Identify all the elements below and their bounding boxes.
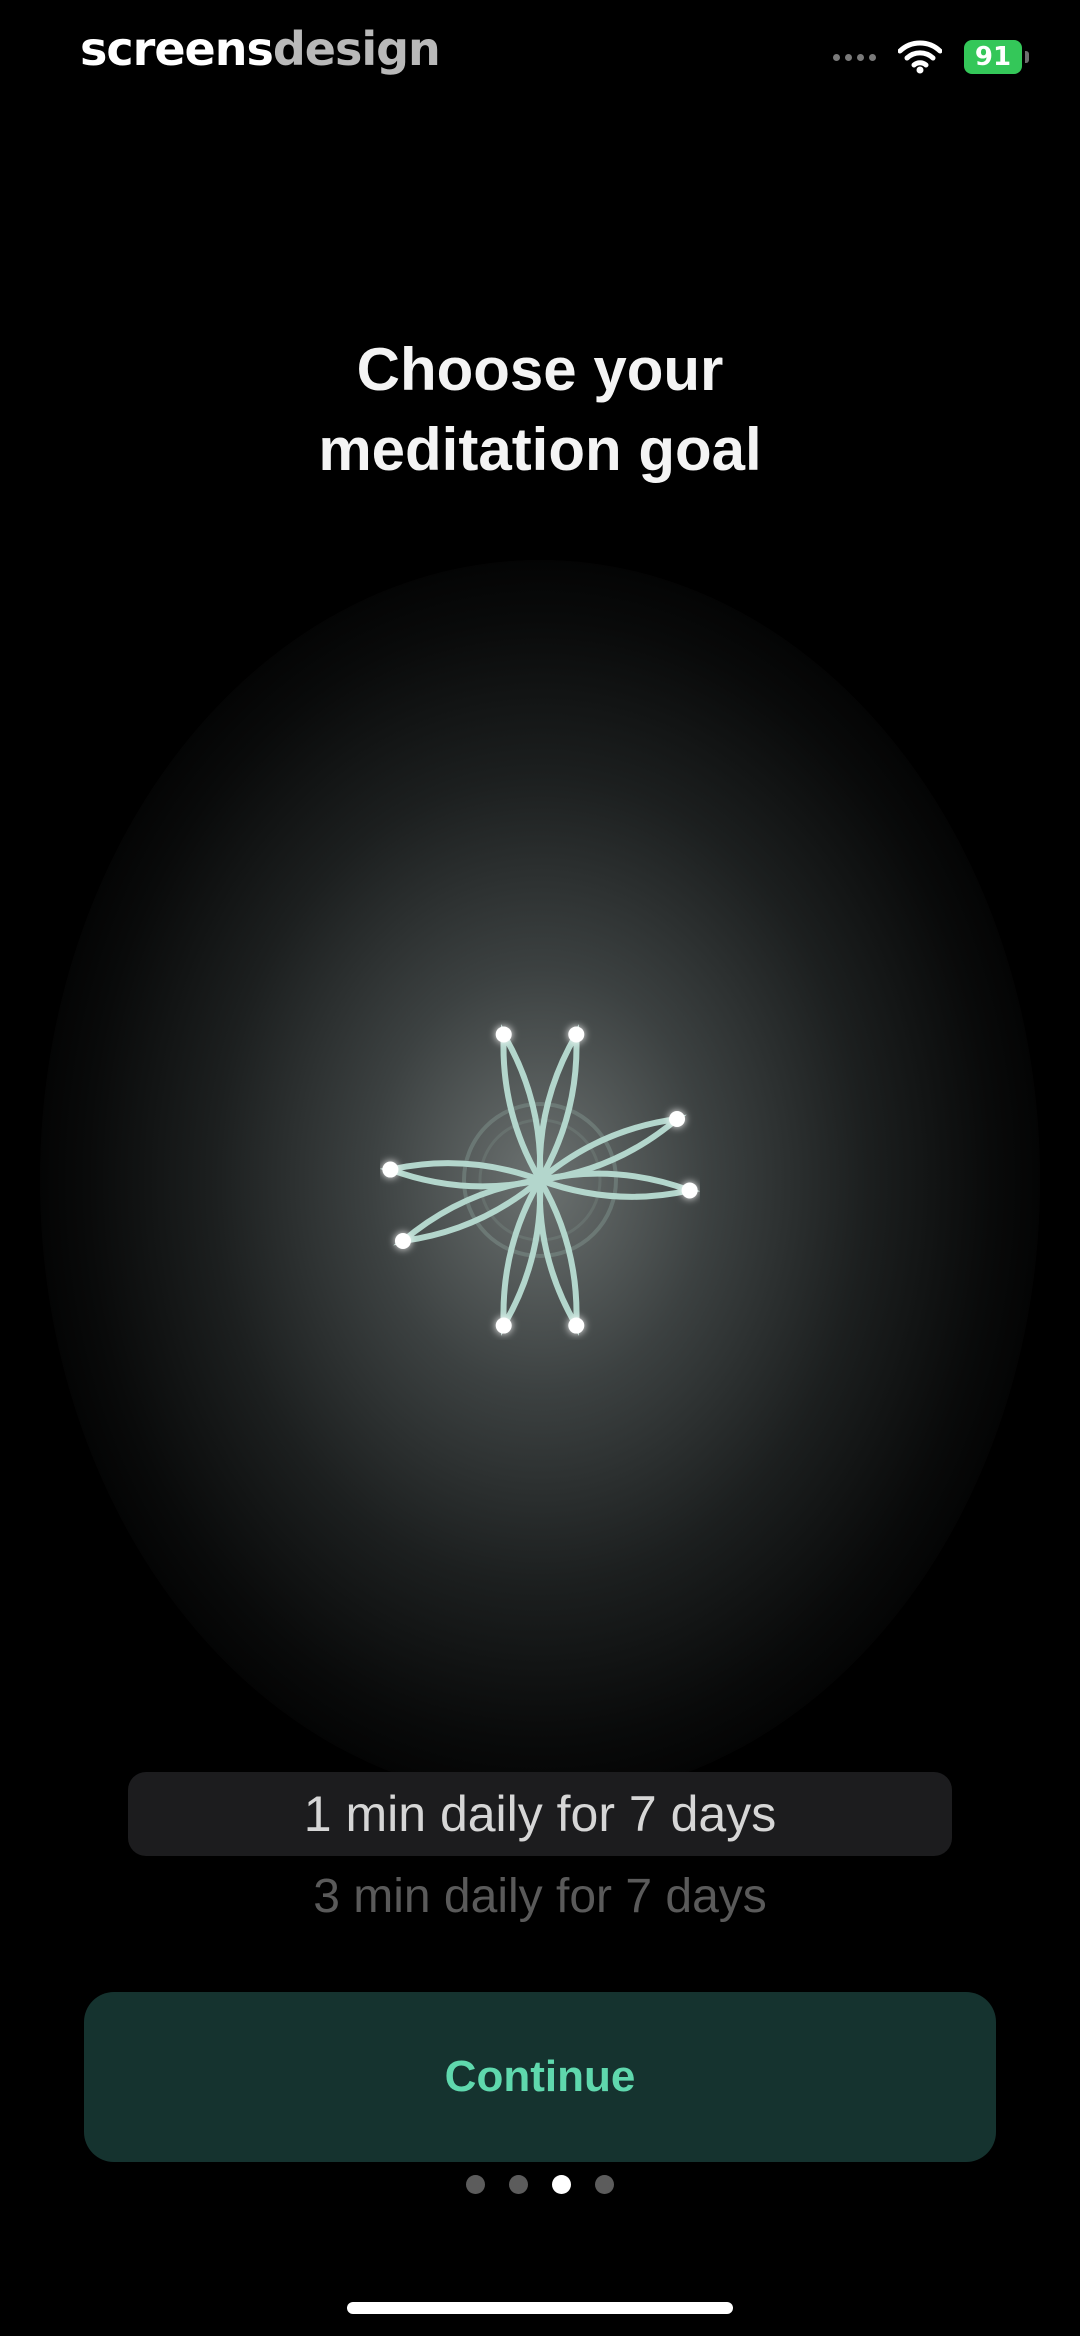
picker-next-option[interactable]: 3 min daily for 7 days xyxy=(128,1864,952,1928)
watermark-logo: screensdesign xyxy=(80,22,441,76)
home-indicator xyxy=(347,2302,733,2314)
cellular-signal-icon xyxy=(833,53,876,61)
petal-tip-dot xyxy=(382,1161,399,1178)
continue-button[interactable]: Continue xyxy=(84,1992,996,2162)
petal-tip-dot xyxy=(394,1233,411,1250)
battery-level: 91 xyxy=(974,42,1012,72)
page-dot xyxy=(466,2175,485,2194)
wifi-icon xyxy=(898,40,942,74)
meditation-flower-icon xyxy=(380,1024,700,1336)
battery-icon: 91 xyxy=(964,40,1029,74)
page-dot xyxy=(552,2175,571,2194)
petal-tip-dot xyxy=(669,1110,686,1127)
page-dot xyxy=(595,2175,614,2194)
title-line-1: Choose your xyxy=(356,336,724,403)
petal-tip-dot xyxy=(495,1317,512,1334)
title-line-2: meditation goal xyxy=(318,416,762,483)
watermark-part-1: screens xyxy=(80,22,274,76)
petal-tip-dot xyxy=(568,1317,585,1334)
status-bar: 91 xyxy=(833,40,1029,74)
picker-selected-option[interactable]: 1 min daily for 7 days xyxy=(128,1772,952,1856)
pagination-dots xyxy=(0,2175,1080,2194)
petal-tip-dot xyxy=(495,1026,512,1043)
petal-tip-dot xyxy=(568,1026,585,1043)
page-dot xyxy=(509,2175,528,2194)
watermark-part-2: design xyxy=(272,22,441,76)
petal-tip-dot xyxy=(681,1182,698,1199)
page-title: Choose your meditation goal xyxy=(0,330,1080,490)
goal-picker[interactable]: 1 min daily for 7 days 3 min daily for 7… xyxy=(128,1772,952,1928)
